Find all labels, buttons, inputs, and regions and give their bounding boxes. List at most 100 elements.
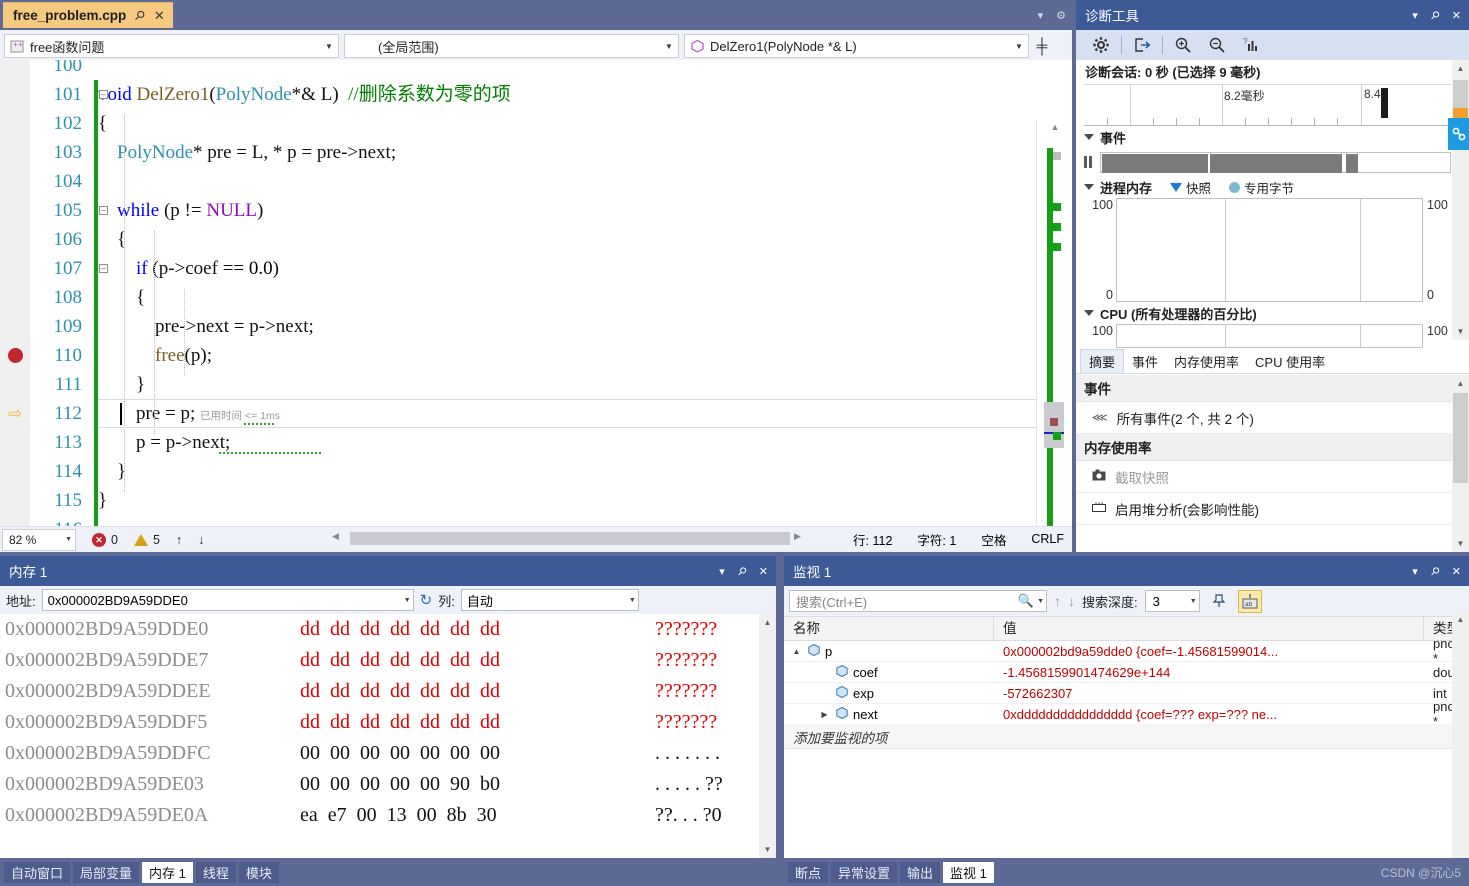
scroll-up-icon[interactable]: ▲ [1045,122,1065,140]
add-watch-item[interactable]: 添加要监视的项 [784,725,1469,749]
address-input[interactable]: 0x000002BD9A59DDE0 ▼ [41,589,414,611]
bottom-tab-输出[interactable]: 输出 [900,861,941,883]
close-icon[interactable]: ✕ [154,9,165,22]
summary-enable-heap[interactable]: 启用堆分析(会影响性能) [1076,493,1469,525]
cpu-graph-plot[interactable] [1116,324,1423,348]
memory-row[interactable]: 0x000002BD9A59DDFC 00 00 00 00 00 00 00 . … [0,738,776,769]
chart-icon[interactable]: ? [1234,32,1268,58]
scroll-up-icon[interactable]: ▲ [759,614,776,631]
zoom-level-dropdown[interactable]: 82 % ▼ [2,528,76,551]
next-issue-button[interactable]: ↓ [198,533,204,547]
error-count[interactable]: ✕ 0 [92,532,118,547]
column-header-value[interactable]: 值 [994,616,1424,641]
prev-issue-button[interactable]: ↑ [176,533,182,547]
hscrollbar-thumb[interactable] [350,532,790,545]
search-next-icon[interactable]: ↓ [1068,593,1075,609]
code-editor[interactable]: ⇨ 100 101 102 103 104 105 106 107 108 109 110 111 11… [0,60,1072,526]
watch-row[interactable]: ▶ next 0xdddddddddddddddd {coef=??? exp=??… [784,699,1469,729]
pin-icon[interactable]: ⚲ [1427,564,1442,578]
watch-scrollbar[interactable]: ▲ [1452,611,1469,858]
watch-value[interactable]: -1.4568159901474629e+144 [994,665,1424,680]
breakpoint-gutter[interactable]: ⇨ [0,60,30,526]
watch-rows[interactable]: ▲ p 0x000002bd9a59dde0 {coef=-1.4568159901… [784,636,1469,729]
watch-value[interactable]: -572662307 [994,686,1424,701]
memory-scrollbar[interactable]: ▲ ▼ [759,614,776,858]
gear-icon[interactable]: ⚙ [1056,9,1066,22]
watch-row[interactable]: ▲ p 0x000002bd9a59dde0 {coef=-1.4568159901… [784,636,1469,666]
code-line[interactable]: { [98,109,107,138]
scroll-up-icon[interactable]: ▲ [1452,60,1469,77]
code-line[interactable]: void DelZero1(PolyNode*& L) //删除系数为零的项 [98,80,511,109]
code-line[interactable]: PolyNode* pre = L, * p = pre->next; [98,138,396,167]
chevron-down-icon[interactable]: ▼ [629,597,636,604]
scrollbar-track[interactable] [1044,140,1064,526]
chevron-down-icon[interactable]: ▼ [662,42,676,51]
chevron-down-icon[interactable]: ▼ [404,597,411,604]
cpu-section-header[interactable]: CPU (所有处理器的百分比) [1076,302,1469,324]
close-icon[interactable]: ✕ [759,565,768,578]
scroll-down-icon[interactable]: ▼ [1452,323,1469,340]
code-line[interactable]: { [98,225,126,254]
code-line[interactable]: pre->next = p->next; [98,312,314,341]
column-header-name[interactable]: 名称 [784,616,994,641]
split-view-icon[interactable]: ╪ [1034,38,1050,55]
close-icon[interactable]: ✕ [1452,565,1461,578]
chevron-down-icon[interactable]: ▾ [1412,565,1418,578]
diagnostic-timeline[interactable]: 8.2毫秒 8.4 [1084,84,1451,126]
watch-row[interactable]: exp -572662307 int [784,683,1469,704]
diagnostic-tab-摘要[interactable]: 摘要 [1080,349,1125,373]
chevron-down-icon[interactable]: ▾ [1412,9,1418,22]
pin-column-icon[interactable] [1207,590,1231,613]
summary-all-events[interactable]: ⋘ 所有事件(2 个, 共 2 个) [1076,402,1469,434]
diagnostic-scrollbar[interactable]: ▲ ▼ [1452,60,1469,340]
memory-row[interactable]: 0x000002BD9A59DE03 00 00 00 00 00 90 b0 . … [0,769,776,800]
summary-scrollbar[interactable]: ▲ ▼ [1452,375,1469,552]
chevron-down-icon[interactable]: ▼ [1012,42,1026,51]
gear-icon[interactable] [1084,32,1118,58]
expander-icon[interactable]: ▲ [790,647,803,656]
scroll-down-icon[interactable]: ▼ [759,841,776,858]
editor-horizontal-scrollbar[interactable]: ◀ ▶ [330,529,810,549]
warning-count[interactable]: 5 [133,533,160,547]
bottom-tab-自动窗口[interactable]: 自动窗口 [4,861,71,883]
watch-value[interactable]: 0xdddddddddddddddd {coef=??? exp=??? ne.… [994,707,1424,722]
events-section-header[interactable]: 事件 [1076,126,1469,148]
live-share-badge-icon[interactable] [1448,118,1469,150]
code-line[interactable]: } [98,457,126,486]
memory-rows[interactable]: 0x000002BD9A59DDE0 dd dd dd dd dd dd dd??… [0,614,776,858]
zoom-out-icon[interactable] [1200,32,1234,58]
code-line[interactable]: } [98,370,145,399]
timeline-cursor[interactable] [1381,88,1388,118]
memory-row[interactable]: 0x000002BD9A59DDE7 dd dd dd dd dd dd dd??… [0,645,776,676]
project-scope-dropdown[interactable]: + + free函数问题 ▼ [4,34,339,58]
bottom-tab-异常设置[interactable]: 异常设置 [831,861,898,883]
memory-graph-plot[interactable] [1116,198,1423,302]
breakpoint-icon[interactable] [8,348,23,363]
watch-row[interactable]: coef -1.4568159901474629e+144 double [784,662,1469,683]
pin-icon[interactable]: ⚲ [734,564,749,578]
diagnostic-tab-事件[interactable]: 事件 [1124,349,1166,373]
memory-row[interactable]: 0x000002BD9A59DDF5 dd dd dd dd dd dd dd??… [0,707,776,738]
diagnostic-tab-CPU 使用率[interactable]: CPU 使用率 [1247,349,1333,373]
bottom-tab-监视 1[interactable]: 监视 1 [943,861,994,883]
columns-dropdown[interactable]: 自动 ▼ [460,589,639,611]
chevron-down-icon[interactable]: ▾ [719,565,725,578]
tab-free-problem-cpp[interactable]: free_problem.cpp ⚲ ✕ [3,2,173,28]
function-dropdown[interactable]: DelZero1(PolyNode *& L) ▼ [684,34,1029,58]
chevron-down-icon[interactable]: ▼ [65,536,72,543]
zoom-in-icon[interactable] [1166,32,1200,58]
pin-icon[interactable]: ⚲ [1427,8,1442,22]
diagnostic-tab-内存使用率[interactable]: 内存使用率 [1166,349,1247,373]
expander-icon[interactable]: ▶ [818,710,831,719]
search-prev-icon[interactable]: ↑ [1054,593,1061,609]
refresh-icon[interactable]: ↻ [420,591,433,609]
collapse-toggle-icon[interactable]: – [99,206,108,215]
scroll-left-icon[interactable]: ◀ [332,531,339,542]
chevron-down-icon[interactable]: ▼ [322,42,336,51]
bottom-tab-线程[interactable]: 线程 [195,861,236,883]
summary-scrollbar-thumb[interactable] [1453,393,1468,483]
scroll-right-icon[interactable]: ▶ [794,531,801,542]
pin-icon[interactable]: ⚲ [131,7,148,24]
search-input[interactable]: 搜索(Ctrl+E) 🔍 ▼ [789,590,1047,612]
code-line[interactable]: while (p != NULL) [98,196,263,225]
